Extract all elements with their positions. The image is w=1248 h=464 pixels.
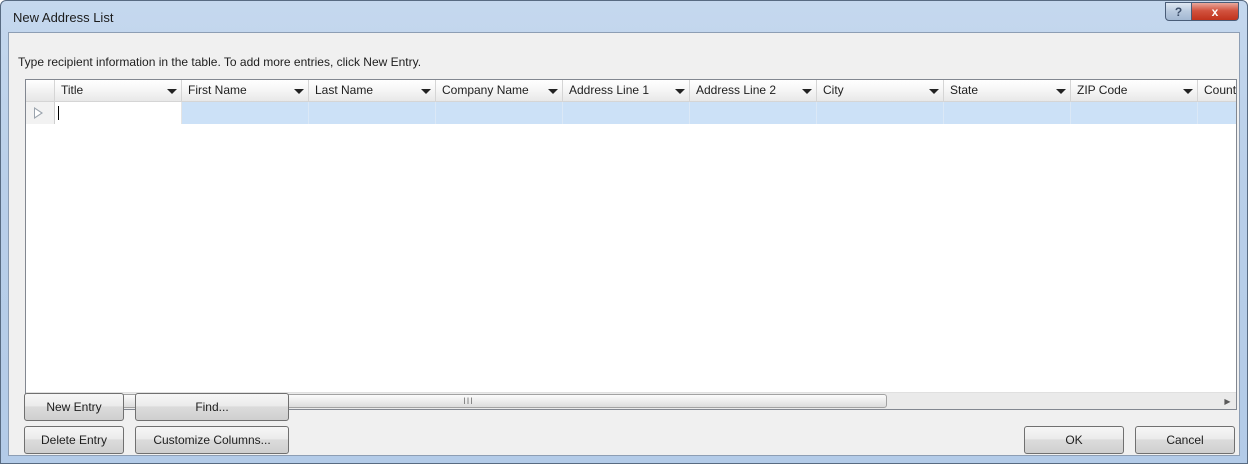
cancel-button[interactable]: Cancel (1135, 426, 1235, 454)
first-name-cell[interactable] (182, 102, 309, 124)
zip-code-cell[interactable] (1071, 102, 1198, 124)
close-icon: x (1211, 4, 1219, 19)
help-icon: ? (1174, 4, 1183, 19)
grip-icon: III (463, 396, 474, 406)
row-header-corner (26, 80, 55, 102)
column-header-label: State (950, 83, 979, 97)
ok-button[interactable]: OK (1024, 426, 1124, 454)
table-header-row: Title First Name Last Name Company Name … (26, 80, 1237, 102)
column-header-first-name[interactable]: First Name (182, 80, 309, 102)
close-button[interactable]: x (1192, 2, 1239, 21)
column-header-label: Title (61, 83, 84, 97)
dropdown-arrow-icon[interactable] (929, 89, 939, 94)
dropdown-arrow-icon[interactable] (548, 89, 558, 94)
column-header-city[interactable]: City (817, 80, 944, 102)
scroll-right-icon[interactable]: ▶ (1219, 393, 1236, 409)
column-header-zip-code[interactable]: ZIP Code (1071, 80, 1198, 102)
column-header-label: Address Line 2 (696, 83, 777, 97)
column-header-state[interactable]: State (944, 80, 1071, 102)
new-address-list-dialog: New Address List ? x Type recipient info… (0, 0, 1248, 464)
title-cell-input[interactable] (55, 102, 182, 124)
new-entry-button[interactable]: New Entry (24, 393, 124, 421)
column-header-label: Address Line 1 (569, 83, 650, 97)
city-cell[interactable] (817, 102, 944, 124)
dialog-client-area: Type recipient information in the table.… (8, 32, 1240, 456)
state-cell[interactable] (944, 102, 1071, 124)
dropdown-arrow-icon[interactable] (1056, 89, 1066, 94)
column-header-title[interactable]: Title (55, 80, 182, 102)
dropdown-arrow-icon[interactable] (1183, 89, 1193, 94)
instructions-label: Type recipient information in the table.… (18, 55, 422, 69)
column-header-label: First Name (188, 83, 247, 97)
column-header-country-or-region[interactable]: Country or Region (1198, 80, 1237, 102)
column-header-address-line-1[interactable]: Address Line 1 (563, 80, 690, 102)
dropdown-arrow-icon[interactable] (167, 89, 177, 94)
help-button[interactable]: ? (1165, 2, 1192, 21)
dropdown-arrow-icon[interactable] (421, 89, 431, 94)
dropdown-arrow-icon[interactable] (675, 89, 685, 94)
column-header-last-name[interactable]: Last Name (309, 80, 436, 102)
last-name-cell[interactable] (309, 102, 436, 124)
address-table[interactable]: Title First Name Last Name Company Name … (25, 79, 1237, 410)
address-line-1-cell[interactable] (563, 102, 690, 124)
find-button[interactable]: Find... (135, 393, 289, 421)
dropdown-arrow-icon[interactable] (294, 89, 304, 94)
column-header-label: ZIP Code (1077, 83, 1128, 97)
window-title: New Address List (13, 10, 114, 25)
table-row[interactable] (26, 102, 1236, 124)
row-selector[interactable] (26, 102, 55, 124)
column-header-address-line-2[interactable]: Address Line 2 (690, 80, 817, 102)
customize-columns-button[interactable]: Customize Columns... (135, 426, 289, 454)
column-header-label: Country or Region (1204, 83, 1237, 97)
current-row-arrow-icon (34, 107, 43, 119)
title-bar[interactable]: New Address List ? x (1, 1, 1247, 31)
column-header-label: City (823, 83, 844, 97)
title-bar-buttons: ? x (1165, 2, 1239, 21)
address-line-2-cell[interactable] (690, 102, 817, 124)
column-header-label: Last Name (315, 83, 374, 97)
delete-entry-button[interactable]: Delete Entry (24, 426, 124, 454)
column-header-company-name[interactable]: Company Name (436, 80, 563, 102)
company-name-cell[interactable] (436, 102, 563, 124)
text-caret (58, 106, 59, 120)
dropdown-arrow-icon[interactable] (802, 89, 812, 94)
country-or-region-cell[interactable] (1198, 102, 1236, 124)
column-header-label: Company Name (442, 83, 529, 97)
